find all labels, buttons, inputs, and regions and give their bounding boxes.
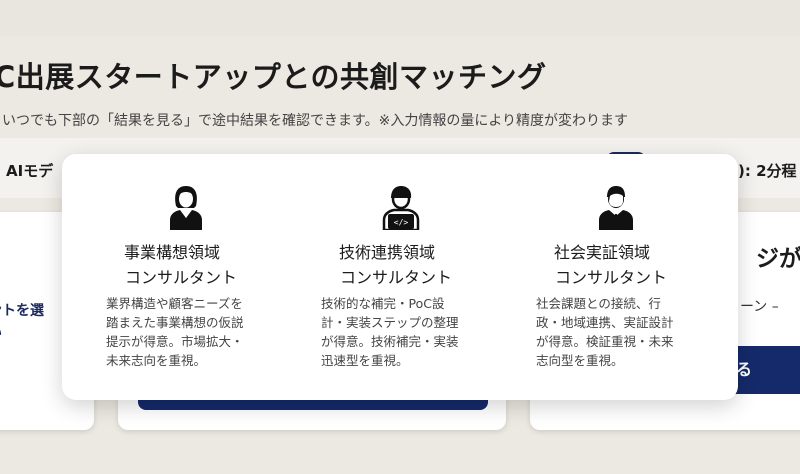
consultant-type-popup: 事業構想領域 コンサルタント 業界構造や顧客ニーズを 踏まえた事業構想の仮説 提… bbox=[62, 154, 738, 400]
ai-model-time: ): 2分程 bbox=[738, 162, 797, 180]
businesswoman-icon bbox=[164, 184, 208, 230]
card-left-text: ントを選 い bbox=[0, 303, 44, 341]
page-title: C出展スタートアップとの共創マッチング bbox=[0, 60, 547, 94]
svg-text:</>: </> bbox=[394, 218, 409, 227]
top-band bbox=[0, 0, 800, 36]
businessman-icon bbox=[594, 184, 638, 230]
consultant-description: 社会課題との接続、行 政・地域連携、実証設計 が得意。検証重視・未来 志向型を重… bbox=[536, 296, 674, 368]
consultant-title: 社会実証領域 コンサルタント bbox=[554, 243, 668, 287]
consultant-description: 技術的な補完・PoC設 計・実装ステップの整理 が得意。技術補完・実装 迅速型を… bbox=[321, 296, 459, 368]
consultant-description: 業界構造や顧客ニーズを 踏まえた事業構想の仮説 提示が得意。市場拡大・ 未来志向… bbox=[106, 296, 244, 368]
consultant-title: 技術連携領域 コンサルタント bbox=[339, 243, 453, 287]
ai-model-label: AIモデ bbox=[6, 162, 54, 180]
consultant-title: 事業構想領域 コンサルタント bbox=[124, 243, 238, 287]
card-right-heading: ジが未 bbox=[756, 246, 800, 272]
page-subtitle: いつでも下部の「結果を見る」で途中結果を確認できます。※入力情報の量により精度が… bbox=[2, 113, 629, 129]
engineer-laptop-icon: </> bbox=[379, 184, 423, 232]
card-right-subtext: ーン – bbox=[740, 299, 779, 315]
